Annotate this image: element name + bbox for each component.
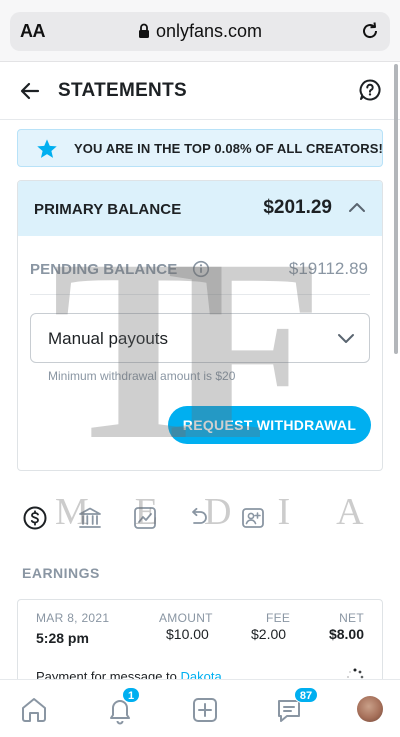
messages-badge: 87 xyxy=(294,687,318,703)
pending-balance-label: PENDING BALANCE xyxy=(30,261,178,278)
primary-balance-row[interactable]: PRIMARY BALANCE $201.29 xyxy=(18,181,382,236)
earning-net: $8.00 xyxy=(328,626,364,642)
payout-method-select[interactable]: Manual payouts xyxy=(30,313,370,363)
messages-nav[interactable]: 87 xyxy=(274,687,318,725)
page-title: STATEMENTS xyxy=(58,80,187,101)
chart-icon[interactable] xyxy=(132,505,158,531)
url-display[interactable]: onlyfans.com xyxy=(10,21,390,42)
lock-icon xyxy=(138,23,149,38)
primary-balance-amount: $201.29 xyxy=(263,197,332,218)
request-withdrawal-button[interactable]: REQUEST WITHDRAWAL xyxy=(168,406,371,444)
bottom-navigation: 1 87 xyxy=(0,679,400,737)
user-card-icon[interactable] xyxy=(240,505,266,531)
star-icon xyxy=(37,139,57,158)
home-icon[interactable] xyxy=(19,695,49,725)
min-withdrawal-note: Minimum withdrawal amount is $20 xyxy=(48,369,236,383)
page-header: STATEMENTS xyxy=(0,62,400,120)
dollar-circle-icon[interactable] xyxy=(22,505,48,531)
earning-fee: $2.00 xyxy=(251,626,287,642)
bank-icon[interactable] xyxy=(77,505,103,531)
divider xyxy=(30,294,370,295)
help-icon[interactable] xyxy=(358,78,382,102)
earnings-heading: EARNINGS xyxy=(22,565,100,581)
watermark-subtext: MEDIA xyxy=(55,491,400,533)
banner-text: YOU ARE IN THE TOP 0.08% OF ALL CREATORS… xyxy=(74,141,383,156)
earning-time: 5:28 pm xyxy=(36,630,89,646)
primary-balance-label: PRIMARY BALANCE xyxy=(34,201,182,218)
pending-balance-amount: $19112.89 xyxy=(288,259,368,278)
add-post-icon[interactable] xyxy=(190,695,220,725)
top-creator-banner: YOU ARE IN THE TOP 0.08% OF ALL CREATORS… xyxy=(17,129,383,167)
amount-column-header: AMOUNT xyxy=(159,611,213,625)
earning-amount: $10.00 xyxy=(166,626,209,642)
url-text: onlyfans.com xyxy=(155,21,263,41)
notifications-badge: 1 xyxy=(122,687,140,703)
scrollbar[interactable] xyxy=(394,64,398,354)
chevron-up-icon[interactable] xyxy=(348,201,366,215)
earning-date: MAR 8, 2021 xyxy=(36,611,110,625)
chevron-down-icon xyxy=(338,334,354,343)
reload-icon[interactable] xyxy=(359,20,381,42)
fee-column-header: FEE xyxy=(266,611,291,625)
notifications-nav[interactable]: 1 xyxy=(105,687,140,725)
info-icon[interactable] xyxy=(192,260,210,278)
refund-icon[interactable] xyxy=(185,505,211,531)
balance-card: PRIMARY BALANCE $201.29 PENDING BALANCE … xyxy=(17,180,383,471)
browser-toolbar: AA onlyfans.com xyxy=(0,0,400,62)
address-bar[interactable]: AA onlyfans.com xyxy=(10,12,390,51)
net-column-header: NET xyxy=(339,611,364,625)
back-arrow-icon[interactable] xyxy=(18,79,42,103)
avatar[interactable] xyxy=(357,696,383,722)
earnings-row[interactable]: MAR 8, 2021 5:28 pm AMOUNT $10.00 FEE $2… xyxy=(17,599,383,689)
payout-method-value: Manual payouts xyxy=(48,329,169,348)
